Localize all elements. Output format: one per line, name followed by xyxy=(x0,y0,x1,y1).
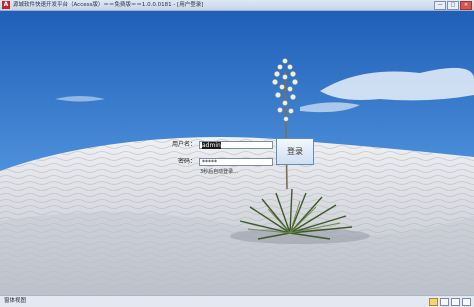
status-text: 窗体视图 xyxy=(4,298,27,304)
view-switcher xyxy=(429,298,471,306)
username-input[interactable]: admin xyxy=(199,141,273,149)
maximize-button[interactable]: □ xyxy=(447,1,459,10)
login-button[interactable]: 登录 xyxy=(276,138,314,165)
minimize-button[interactable]: — xyxy=(434,1,446,10)
login-background: 用户名： admin 密码： ***** 3秒后自动登录... 登录 xyxy=(0,11,474,295)
access-app-icon[interactable]: A xyxy=(2,1,10,9)
close-button[interactable]: ✕ xyxy=(460,1,472,10)
window-title: 源城软件快速开发平台（Access版）＝＝免费版＝＝1.0.0.0181 - [… xyxy=(13,2,204,8)
datasheet-view-icon[interactable] xyxy=(440,298,449,306)
window-controls: — □ ✕ xyxy=(434,1,472,10)
title-bar: A 源城软件快速开发平台（Access版）＝＝免费版＝＝1.0.0.0181 -… xyxy=(0,0,474,11)
password-input[interactable]: ***** xyxy=(199,158,273,166)
layout-view-icon[interactable] xyxy=(451,298,460,306)
password-label: 密码： xyxy=(178,158,197,165)
form-view-icon[interactable] xyxy=(429,298,438,306)
status-bar: 窗体视图 xyxy=(0,295,474,307)
auto-login-hint: 3秒后自动登录... xyxy=(200,169,238,175)
desert-background-image xyxy=(0,11,474,295)
username-value: admin xyxy=(202,142,221,149)
username-label: 用户名： xyxy=(172,141,197,148)
design-view-icon[interactable] xyxy=(462,298,471,306)
